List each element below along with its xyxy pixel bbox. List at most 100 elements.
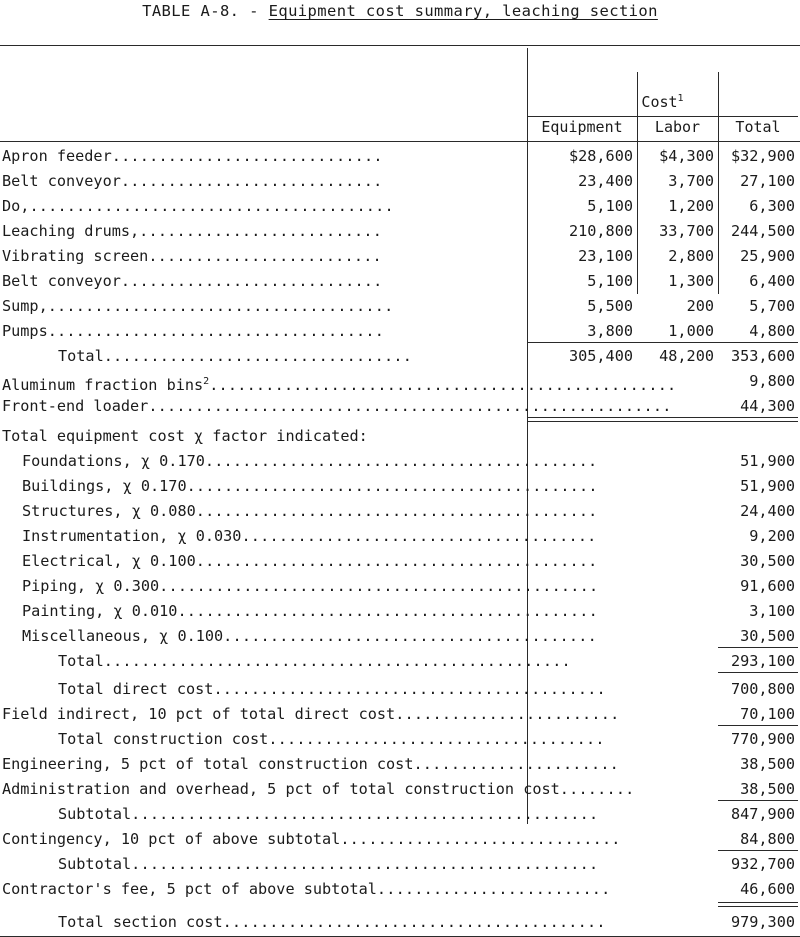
row-label-text: Total bbox=[58, 347, 104, 365]
row-label-text: Front-end loader bbox=[2, 397, 149, 415]
row-label: Foundations, χ 0.170....................… bbox=[22, 449, 597, 474]
cell-total: 9,800 bbox=[749, 372, 795, 390]
cell-labor: 33,700 bbox=[659, 222, 714, 240]
cell-total: 244,500 bbox=[730, 222, 795, 240]
cell-total: 70,100 bbox=[740, 705, 795, 723]
leader-dots: ........................................ bbox=[223, 627, 597, 645]
leader-dots: .............................. bbox=[340, 830, 621, 848]
row-label: Sump,...................................… bbox=[2, 294, 393, 319]
leader-dots: ........................................… bbox=[195, 502, 598, 520]
rule-above-total-construction-cost bbox=[718, 725, 798, 727]
row-label: Total................................. bbox=[58, 344, 412, 369]
table-row: Vibrating screen........................… bbox=[0, 244, 800, 269]
row-label-text: Total construction cost bbox=[58, 730, 269, 748]
cell-labor: 1,300 bbox=[668, 272, 714, 290]
row-label: Miscellaneous, χ 0.100..................… bbox=[22, 624, 597, 649]
row-label: Belt conveyor...........................… bbox=[2, 169, 383, 194]
leader-dots: ...................... bbox=[413, 755, 620, 773]
row-label: Total section cost......................… bbox=[58, 910, 606, 935]
row-label-text: Structures, χ 0.080 bbox=[22, 502, 196, 520]
column-group-label: Cost bbox=[641, 93, 678, 111]
footnote-marker-1: 1 bbox=[677, 93, 684, 104]
row-label: Field indirect, 10 pct of total direct c… bbox=[2, 702, 619, 727]
rule-above-equipment-total bbox=[527, 342, 798, 344]
row-label-text: Foundations, χ 0.170 bbox=[22, 452, 205, 470]
cell-equipment: 305,400 bbox=[568, 347, 633, 365]
cell-total: 5,700 bbox=[749, 297, 795, 315]
rule-under-front-end-loader-2 bbox=[527, 421, 798, 423]
rule-above-factor-total bbox=[718, 647, 798, 649]
table-row-total: Total construction cost.................… bbox=[0, 727, 800, 752]
cell-equipment: 5,100 bbox=[587, 272, 633, 290]
cell-equipment: $28,600 bbox=[568, 147, 633, 165]
row-label-text: Apron feeder bbox=[2, 147, 112, 165]
row-label: Painting, χ 0.010.......................… bbox=[22, 599, 598, 624]
cell-total: 770,900 bbox=[730, 730, 795, 748]
row-label-text: Subtotal bbox=[58, 805, 132, 823]
row-label-text: Miscellaneous, χ 0.100 bbox=[22, 627, 224, 645]
row-label-text: Piping, χ 0.300 bbox=[22, 577, 160, 595]
cell-total: 6,300 bbox=[749, 197, 795, 215]
row-label-text: Total section cost bbox=[58, 913, 223, 931]
leader-dots: ........................................… bbox=[209, 376, 677, 395]
table-row: Contingency, 10 pct of above subtotal...… bbox=[0, 827, 800, 852]
table-row-total: Total................................. 3… bbox=[0, 344, 800, 369]
row-label: Front-end loader........................… bbox=[2, 394, 672, 419]
row-label: Subtotal................................… bbox=[58, 802, 598, 827]
leader-dots: ........................................… bbox=[195, 552, 598, 570]
leader-dots: ........ bbox=[559, 780, 635, 798]
row-label: Apron feeder............................… bbox=[2, 144, 383, 169]
row-label-text: Field indirect, 10 pct of total direct c… bbox=[2, 705, 396, 723]
leader-dots: ........................................… bbox=[177, 602, 598, 620]
cell-labor: 48,200 bbox=[659, 347, 714, 365]
row-label-text: Buildings, χ 0.170 bbox=[22, 477, 187, 495]
table-row: Structures, χ 0.080.....................… bbox=[0, 499, 800, 524]
cell-total: 84,800 bbox=[740, 830, 795, 848]
rule-under-header-row bbox=[0, 141, 800, 143]
row-label-text: Contingency, 10 pct of above subtotal bbox=[2, 830, 341, 848]
table-title-prefix: TABLE A-8. - bbox=[142, 2, 269, 20]
leader-dots: ........................................… bbox=[186, 477, 598, 495]
table-row: Front-end loader........................… bbox=[0, 394, 800, 419]
table-row: Engineering, 5 pct of total construction… bbox=[0, 752, 800, 777]
column-header-total: Total bbox=[735, 118, 781, 136]
cell-total: $32,900 bbox=[730, 147, 795, 165]
column-group-header-cost: Cost1 bbox=[527, 93, 798, 111]
cell-total: 24,400 bbox=[740, 502, 795, 520]
leader-dots: ................................. bbox=[103, 347, 413, 365]
table-header-row: Equipment Labor Total bbox=[0, 118, 800, 140]
cell-equipment: 23,400 bbox=[578, 172, 633, 190]
table-row: Field indirect, 10 pct of total direct c… bbox=[0, 702, 800, 727]
table-row: Contractor's fee, 5 pct of above subtota… bbox=[0, 877, 800, 902]
cell-labor: 1,200 bbox=[668, 197, 714, 215]
cell-total: 25,900 bbox=[740, 247, 795, 265]
row-label-text: Total bbox=[58, 652, 104, 670]
cell-labor: 200 bbox=[686, 297, 714, 315]
table-row: Pumps...................................… bbox=[0, 319, 800, 344]
leader-dots: ........................ bbox=[395, 705, 620, 723]
cell-labor: $4,300 bbox=[659, 147, 714, 165]
document-page: TABLE A-8. - Equipment cost summary, lea… bbox=[0, 0, 800, 937]
cell-equipment: 5,100 bbox=[587, 197, 633, 215]
row-label-text: Administration and overhead, 5 pct of to… bbox=[2, 780, 560, 798]
row-label: Engineering, 5 pct of total construction… bbox=[2, 752, 619, 777]
cell-total: 91,600 bbox=[740, 577, 795, 595]
cell-labor: 1,000 bbox=[668, 322, 714, 340]
row-label: Contingency, 10 pct of above subtotal...… bbox=[2, 827, 621, 852]
row-label: Vibrating screen........................… bbox=[2, 244, 382, 269]
leader-dots: ........................................… bbox=[204, 452, 598, 470]
table-row-grand-total: Total section cost......................… bbox=[0, 910, 800, 935]
cell-total: 700,800 bbox=[730, 680, 795, 698]
row-label: Electrical, χ 0.100.....................… bbox=[22, 549, 598, 574]
row-label: Pumps...................................… bbox=[2, 319, 384, 344]
leader-dots: .................................... bbox=[268, 730, 605, 748]
row-label-text: Aluminum fraction bins bbox=[2, 376, 204, 395]
row-label: Total construction cost.................… bbox=[58, 727, 605, 752]
leader-dots: ........................................… bbox=[131, 855, 599, 873]
cell-total: 51,900 bbox=[740, 452, 795, 470]
cost-summary-table: Cost1 Equipment Labor Total Apron feeder… bbox=[0, 45, 800, 937]
rule-above-total-direct-cost bbox=[718, 672, 798, 674]
row-label-text: Engineering, 5 pct of total construction… bbox=[2, 755, 414, 773]
leader-dots: ........................................… bbox=[103, 652, 571, 670]
table-row: Painting, χ 0.010.......................… bbox=[0, 599, 800, 624]
